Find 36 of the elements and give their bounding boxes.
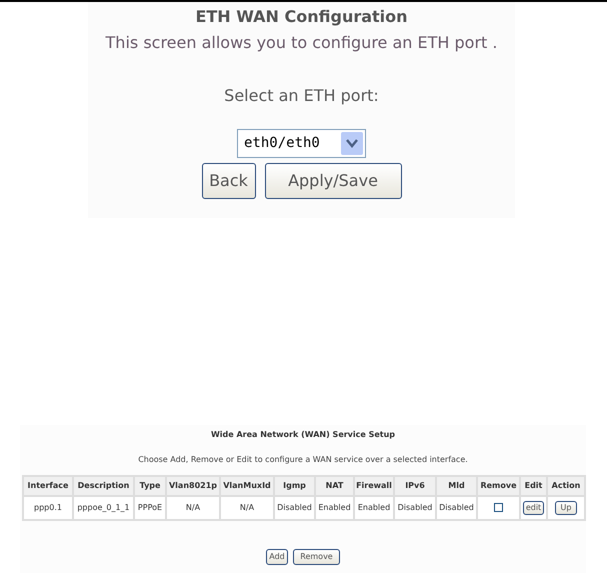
column-header: Vlan8021p (166, 476, 220, 496)
column-header: Igmp (274, 476, 315, 496)
column-header: Interface (23, 476, 73, 496)
table-cell: Disabled (394, 496, 436, 520)
back-button[interactable]: Back (202, 163, 256, 199)
table-cell: N/A (166, 496, 220, 520)
column-header: Firewall (354, 476, 394, 496)
column-header: VlanMuxId (220, 476, 274, 496)
edit-button[interactable]: edit (522, 501, 544, 515)
column-header: Mld (436, 476, 477, 496)
table-cell: Enabled (354, 496, 394, 520)
table-cell: Disabled (274, 496, 315, 520)
table-cell: Disabled (436, 496, 477, 520)
section-title: Wide Area Network (WAN) Service Setup (210, 430, 396, 440)
add-button[interactable]: Add (266, 549, 288, 565)
page-title: ETH WAN Configuration (195, 7, 408, 27)
table-cell: PPPoE (134, 496, 166, 520)
column-header: Description (73, 476, 134, 496)
table-cell: Enabled (315, 496, 354, 520)
table-cell: ppp0.1 (23, 496, 73, 520)
port-select[interactable]: eth0/eth0 (237, 129, 366, 158)
up-button[interactable]: Up (554, 501, 578, 515)
table-cell: N/A (220, 496, 274, 520)
column-header: Edit (520, 476, 547, 496)
column-header: NAT (315, 476, 354, 496)
column-header: Remove (477, 476, 520, 496)
port-label: Select an ETH port: (224, 86, 379, 106)
column-header: IPv6 (394, 476, 436, 496)
page-description: This screen allows you to configure an ETH port . (106, 33, 498, 53)
apply-save-button[interactable]: Apply/Save (264, 163, 402, 199)
table-cell: pppoe_0_1_1 (73, 496, 134, 520)
remove-checkbox[interactable] (494, 503, 503, 512)
section-description: Choose Add, Remove or Edit to configure a WAN service over a selected interface. (138, 455, 468, 465)
column-header: Action (547, 476, 585, 496)
remove-button[interactable]: Remove (293, 549, 340, 565)
column-header: Type (134, 476, 166, 496)
